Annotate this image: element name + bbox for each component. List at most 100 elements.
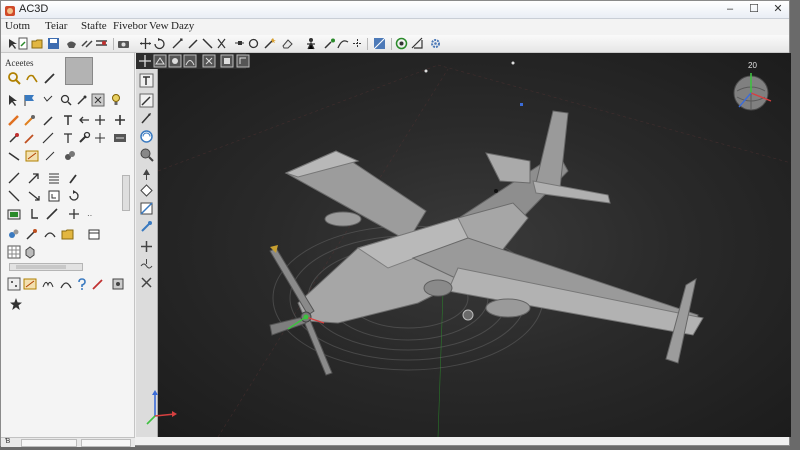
menu-item-fivebor[interactable]: Fivebor bbox=[113, 20, 147, 32]
vp-texture-icon[interactable] bbox=[220, 54, 234, 68]
lock-icon[interactable] bbox=[111, 277, 125, 291]
vp-wire-icon[interactable] bbox=[153, 54, 167, 68]
plus-tool-icon[interactable] bbox=[67, 207, 81, 221]
grid-icon[interactable] bbox=[7, 245, 21, 259]
small-select-icon[interactable] bbox=[41, 93, 55, 107]
wand-icon[interactable] bbox=[25, 227, 39, 241]
knife-icon[interactable] bbox=[7, 149, 21, 163]
t-align-icon[interactable] bbox=[61, 131, 75, 145]
bse-icon[interactable] bbox=[113, 131, 127, 145]
box-icon[interactable] bbox=[87, 227, 101, 241]
panel-horizontal-scrollbar[interactable] bbox=[9, 263, 83, 271]
arrow-draw-icon[interactable] bbox=[139, 93, 154, 108]
vertex-icon[interactable] bbox=[233, 37, 246, 50]
add-icon[interactable] bbox=[139, 239, 154, 254]
menu-item-stafte[interactable]: Stafte bbox=[81, 20, 107, 32]
grid-select-icon[interactable] bbox=[91, 93, 105, 107]
person-icon[interactable] bbox=[305, 37, 318, 50]
link-icon[interactable] bbox=[81, 37, 94, 50]
menu-item-teiar[interactable]: Teiar bbox=[45, 20, 67, 32]
needle-icon[interactable] bbox=[41, 131, 55, 145]
hammer-icon[interactable] bbox=[139, 73, 154, 88]
gear-cluster-icon[interactable] bbox=[63, 149, 77, 163]
stylus-icon[interactable] bbox=[41, 113, 55, 127]
cross-move-icon[interactable] bbox=[93, 113, 107, 127]
pin-icon[interactable] bbox=[7, 131, 21, 145]
magic-icon[interactable] bbox=[263, 37, 276, 50]
new-file-icon[interactable] bbox=[17, 37, 30, 50]
spline-icon[interactable] bbox=[337, 37, 350, 50]
menu-item-vew[interactable]: Vew bbox=[149, 20, 169, 32]
split-icon[interactable] bbox=[351, 37, 364, 50]
diamond-icon[interactable] bbox=[139, 183, 154, 198]
cut-icon[interactable] bbox=[215, 37, 228, 50]
help-icon[interactable] bbox=[75, 277, 89, 291]
vp-solid-icon[interactable] bbox=[168, 54, 182, 68]
pencil-red-icon[interactable] bbox=[91, 277, 105, 291]
material-icon[interactable] bbox=[139, 201, 154, 216]
line-tool-icon[interactable] bbox=[7, 171, 21, 185]
minimize-button[interactable]: – bbox=[719, 2, 741, 17]
t-tool-icon[interactable] bbox=[61, 113, 75, 127]
vp-move-icon[interactable] bbox=[138, 54, 152, 68]
curl-icon[interactable] bbox=[41, 277, 55, 291]
line-icon[interactable] bbox=[201, 37, 214, 50]
vp-light-icon[interactable] bbox=[236, 54, 250, 68]
close-button[interactable]: ✕ bbox=[767, 2, 789, 17]
camera-icon[interactable] bbox=[117, 37, 130, 50]
delete-x-icon[interactable] bbox=[139, 275, 154, 290]
rotate-icon[interactable] bbox=[153, 37, 166, 50]
slash-icon[interactable] bbox=[45, 207, 59, 221]
cube-small-icon[interactable] bbox=[23, 245, 37, 259]
magnifier-icon[interactable] bbox=[7, 71, 21, 85]
pen-icon[interactable] bbox=[43, 71, 57, 85]
frame-icon[interactable] bbox=[7, 207, 21, 221]
plus-icon[interactable] bbox=[113, 113, 127, 127]
dropper-icon[interactable] bbox=[139, 219, 154, 234]
join-icon[interactable] bbox=[93, 131, 107, 145]
grab-icon[interactable] bbox=[65, 37, 78, 50]
pin-drop-icon[interactable] bbox=[139, 167, 154, 182]
rotate-ccw-icon[interactable] bbox=[67, 189, 81, 203]
menu-item-uotm[interactable]: Uotm bbox=[5, 20, 30, 32]
list-icon[interactable] bbox=[47, 171, 61, 185]
eraser-icon[interactable] bbox=[281, 37, 294, 50]
eyedropper-icon[interactable] bbox=[23, 131, 37, 145]
arc-icon[interactable] bbox=[59, 277, 73, 291]
flag-icon[interactable] bbox=[23, 93, 37, 107]
render-icon[interactable] bbox=[395, 37, 408, 50]
brush-orange-icon[interactable] bbox=[23, 113, 37, 127]
search-icon[interactable] bbox=[59, 93, 73, 107]
3d-viewport[interactable] bbox=[158, 53, 791, 437]
pencil-icon[interactable] bbox=[187, 37, 200, 50]
bulb-icon[interactable] bbox=[109, 93, 123, 107]
highlight-icon[interactable] bbox=[23, 277, 37, 291]
vp-shade-icon[interactable] bbox=[183, 54, 197, 68]
wrench-icon[interactable] bbox=[77, 131, 91, 145]
maximize-button[interactable]: ☐ bbox=[743, 2, 765, 17]
texture-icon[interactable] bbox=[373, 37, 386, 50]
grid-dots-icon[interactable] bbox=[7, 277, 21, 291]
folder-icon[interactable] bbox=[61, 227, 75, 241]
diagonal-icon[interactable] bbox=[7, 189, 21, 203]
vp-snap-icon[interactable] bbox=[202, 54, 216, 68]
aircraft-model[interactable] bbox=[269, 110, 704, 376]
pencil-orange-icon[interactable] bbox=[7, 113, 21, 127]
paint-icon[interactable] bbox=[323, 37, 336, 50]
hand-icon[interactable] bbox=[25, 71, 39, 85]
orbit-icon[interactable] bbox=[139, 129, 154, 144]
save-icon[interactable] bbox=[47, 37, 60, 50]
arrow-left-icon[interactable] bbox=[77, 113, 91, 127]
color-swatch[interactable] bbox=[65, 57, 93, 85]
open-folder-icon[interactable] bbox=[31, 37, 44, 50]
scale-icon[interactable] bbox=[171, 37, 184, 50]
zoom-icon[interactable] bbox=[139, 147, 154, 162]
move-icon[interactable] bbox=[139, 37, 152, 50]
stick-icon[interactable] bbox=[43, 149, 57, 163]
arrow-diag-icon[interactable] bbox=[27, 189, 41, 203]
align-icon[interactable] bbox=[95, 37, 108, 50]
l-shape-icon[interactable] bbox=[27, 207, 41, 221]
copy-icon[interactable] bbox=[43, 227, 57, 241]
measure-icon[interactable] bbox=[411, 37, 424, 50]
bracket-icon[interactable] bbox=[47, 189, 61, 203]
